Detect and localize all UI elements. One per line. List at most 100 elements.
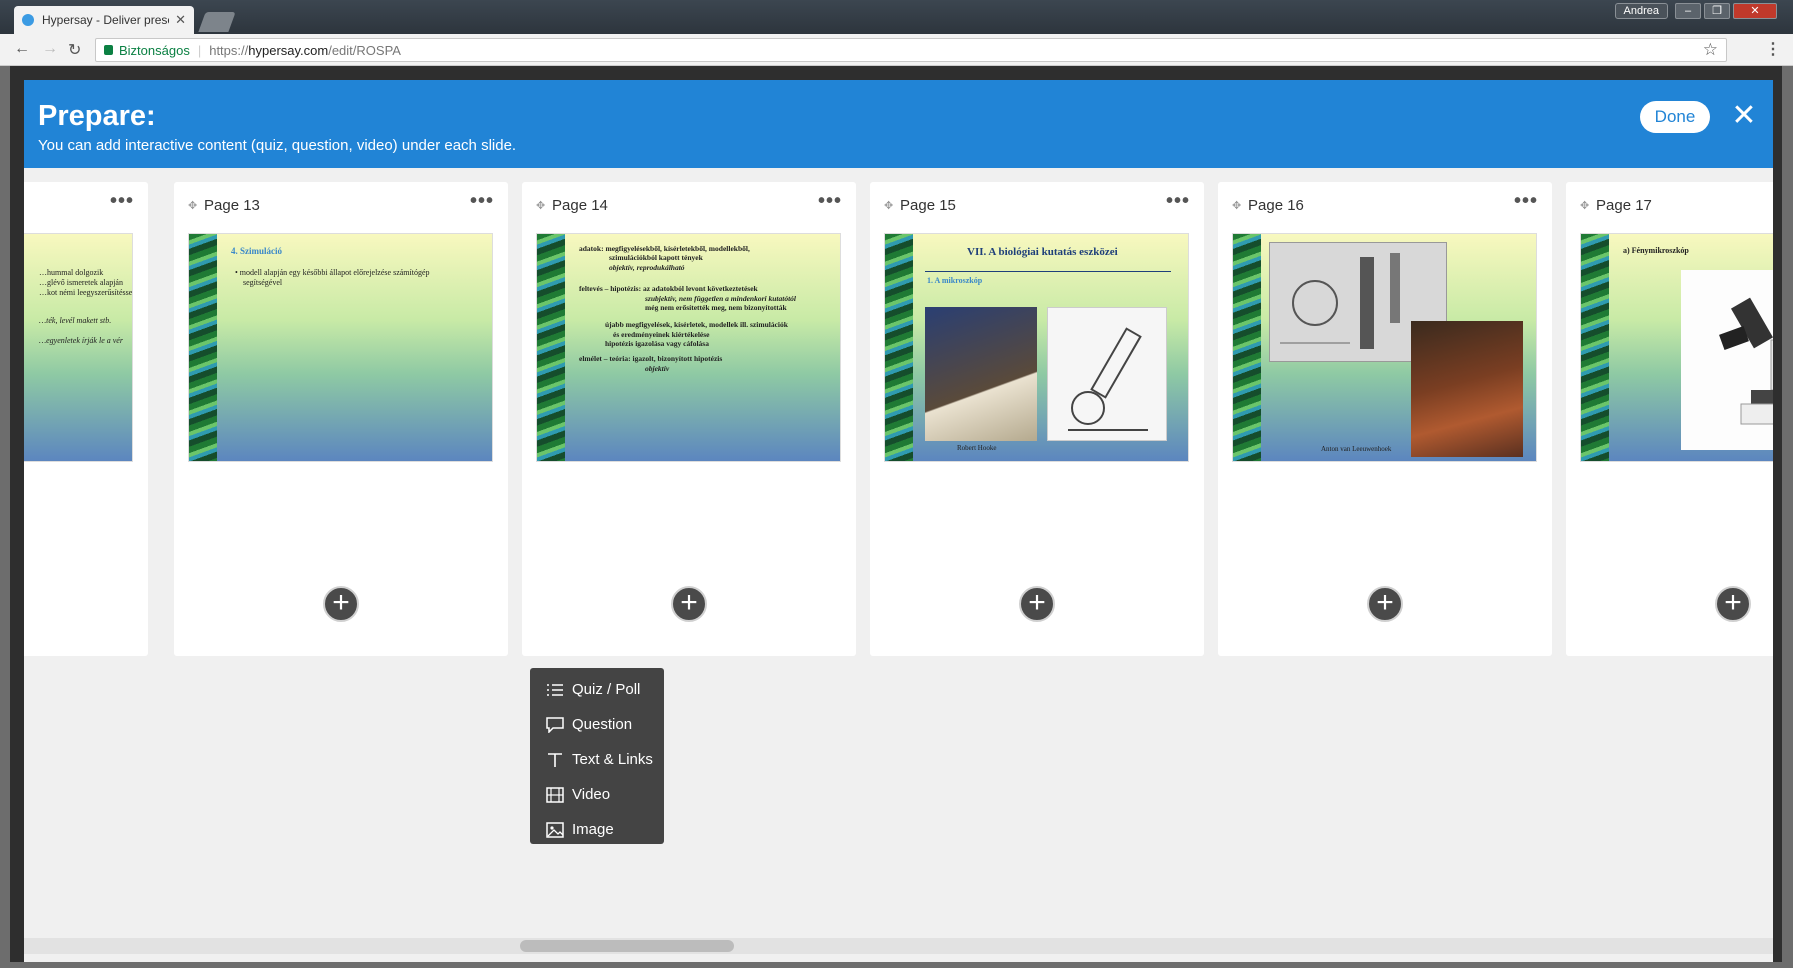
slide-text: szubjektív, nem független a mindenkori k… [645, 293, 796, 303]
more-options-icon[interactable]: ••• [470, 190, 494, 213]
prepare-header: Prepare: You can add interactive content… [24, 80, 1773, 168]
drag-handle-icon[interactable]: ✥ [1580, 200, 1592, 212]
menu-item-question[interactable]: Question [530, 707, 664, 742]
hypersay-favicon-icon [22, 14, 34, 26]
slide-thumbnail[interactable]: 4. Szimuláció • modell alapján egy későb… [188, 233, 493, 462]
slide-column: ✥ Page 16 ••• Anton van Leeuwenhoek + [1218, 182, 1552, 656]
scrollbar-thumb[interactable] [520, 940, 734, 952]
page-label: Page 14 [552, 197, 608, 214]
more-options-icon[interactable]: ••• [1166, 190, 1190, 213]
add-content-button[interactable]: + [323, 586, 359, 622]
app-frame: Prepare: You can add interactive content… [10, 66, 1782, 962]
slide-heading: a) Fénymikroszkóp [1623, 246, 1689, 255]
page-subtitle: You can add interactive content (quiz, q… [38, 137, 517, 154]
portrait-image [925, 307, 1037, 441]
slide-text: objektív [645, 363, 670, 373]
menu-item-label: Video [572, 786, 611, 803]
image-icon [546, 821, 564, 838]
menu-item-video[interactable]: Video [530, 777, 664, 812]
slide-thumbnail[interactable]: VII. A biológiai kutatás eszközei 1. A m… [884, 233, 1189, 462]
menu-item-image[interactable]: Image [530, 812, 664, 847]
add-content-button[interactable]: + [1715, 586, 1751, 622]
close-icon[interactable]: ✕ [1729, 96, 1759, 136]
slide-text: …glévő ismeretek alapján [39, 278, 123, 287]
profile-button[interactable]: Andrea [1614, 3, 1668, 19]
forward-arrow-icon[interactable]: → [42, 40, 58, 58]
address-separator: | [197, 42, 202, 58]
restore-icon[interactable]: ❐ [1704, 3, 1730, 19]
lock-icon [104, 45, 113, 55]
column-header: ✥ Page 17 [1580, 197, 1652, 214]
slide-decor-strip [189, 234, 217, 461]
menu-item-label: Question [572, 716, 633, 733]
slide-thumbnail[interactable]: a) Fénymikroszkóp [1580, 233, 1773, 462]
film-icon [546, 786, 564, 803]
drag-handle-icon[interactable]: ✥ [884, 200, 896, 212]
slide-thumbnail[interactable]: …hummal dolgozik …glévő ismeretek alapjá… [24, 233, 133, 462]
window-controls: Andrea – ❐ ✕ [1614, 3, 1777, 19]
horizontal-scrollbar[interactable] [24, 938, 1773, 954]
bookmark-star-icon[interactable]: ☆ [1703, 40, 1718, 60]
add-content-menu: Quiz / Poll Question Text & Links Video … [530, 668, 664, 844]
minimize-icon[interactable]: – [1675, 3, 1701, 19]
more-options-icon[interactable]: ••• [818, 190, 842, 213]
reload-icon[interactable]: ↻ [68, 40, 81, 60]
slide-subheading: 1. A mikroszkóp [927, 276, 983, 285]
slide-text: …hummal dolgozik [39, 268, 104, 277]
address-bar[interactable]: Biztonságos | https:// hypersay.com /edi… [95, 38, 1727, 62]
browser-menu-icon[interactable]: ⋮ [1765, 39, 1781, 59]
browser-tab[interactable]: Hypersay - Deliver preser ✕ [14, 6, 194, 34]
slide-thumbnail[interactable]: adatok: megfigyelésekből, kísérletekből,… [536, 233, 841, 462]
slide-decor-strip [1233, 234, 1261, 461]
slide-column: ✥ Page 14 ••• adatok: megfigyelésekből, … [522, 182, 856, 656]
slide-decor-strip [885, 234, 913, 461]
slide-decor-strip [1581, 234, 1609, 461]
slide-text: segítségével [243, 278, 283, 287]
add-content-button[interactable]: + [671, 586, 707, 622]
slide-text: hipotézis igazolása vagy cáfolása [605, 339, 709, 348]
done-button[interactable]: Done [1640, 101, 1710, 133]
column-header: ✥ Page 16 [1232, 197, 1304, 214]
slide-text: objektív, reprodukálható [609, 262, 685, 272]
slide-column: ✥ Page 15 ••• VII. A biológiai kutatás e… [870, 182, 1204, 656]
column-header: ✥ Page 15 [884, 197, 956, 214]
speech-bubble-icon [546, 716, 564, 733]
menu-item-text-links[interactable]: Text & Links [530, 742, 664, 777]
slide-text: szimulációkból kapott tények [609, 253, 703, 263]
menu-item-label: Text & Links [572, 751, 653, 768]
add-content-button[interactable]: + [1019, 586, 1055, 622]
more-options-icon[interactable]: ••• [110, 190, 134, 213]
window-close-icon[interactable]: ✕ [1733, 3, 1777, 19]
list-icon [547, 683, 563, 696]
new-tab-button[interactable] [198, 12, 236, 32]
slide-column: ••• …hummal dolgozik …glévő ismeretek al… [24, 182, 148, 656]
page-label: Page 17 [1596, 197, 1652, 214]
page-label: Page 15 [900, 197, 956, 214]
slide-text: elmélet – teória: igazolt, bizonyított h… [579, 354, 723, 364]
page-label: Page 13 [204, 197, 260, 214]
back-arrow-icon[interactable]: ← [14, 40, 30, 58]
add-content-button[interactable]: + [1367, 586, 1403, 622]
slides-board[interactable]: ••• …hummal dolgozik …glévő ismeretek al… [24, 168, 1773, 962]
slide-thumbnail[interactable]: Anton van Leeuwenhoek [1232, 233, 1537, 462]
drag-handle-icon[interactable]: ✥ [1232, 200, 1244, 212]
tab-title: Hypersay - Deliver preser [42, 13, 170, 27]
url-scheme: https:// [209, 42, 249, 58]
url-path: /edit/ROSPA [328, 42, 401, 58]
slide-text: • modell alapján egy későbbi állapot elő… [235, 268, 430, 277]
slide-text: feltevés – hipotézis: az adatokból levon… [579, 284, 758, 294]
more-options-icon[interactable]: ••• [1514, 190, 1538, 213]
drag-handle-icon[interactable]: ✥ [188, 200, 200, 212]
menu-item-quiz-poll[interactable]: Quiz / Poll [530, 672, 664, 707]
slide-text: …ték, levél makett stb. [39, 316, 112, 325]
browser-toolbar: ← → ↻ Biztonságos | https:// hypersay.co… [0, 34, 1793, 66]
slide-text: még nem erősítették meg, nem bizonyított… [645, 302, 787, 312]
secure-label: Biztonságos [119, 42, 190, 58]
portrait-image [1411, 321, 1523, 457]
image-caption: Robert Hooke [957, 444, 997, 452]
drag-handle-icon[interactable]: ✥ [536, 200, 548, 212]
browser-title-bar: Hypersay - Deliver preser ✕ Andrea – ❐ ✕ [0, 0, 1793, 34]
tab-close-icon[interactable]: ✕ [175, 12, 186, 28]
slide-heading: VII. A biológiai kutatás eszközei [967, 246, 1118, 258]
menu-item-label: Image [572, 821, 614, 838]
